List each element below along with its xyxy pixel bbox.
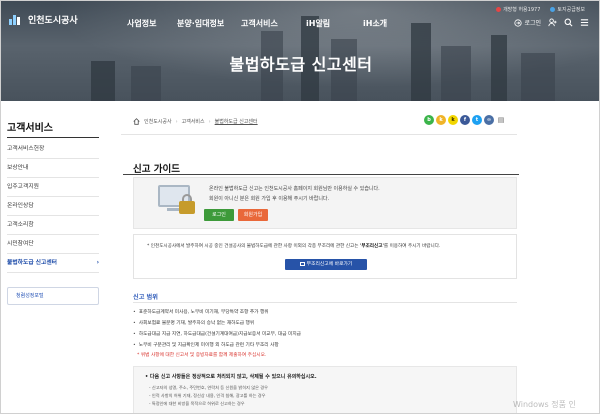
breadcrumb-separator: › bbox=[175, 118, 178, 125]
scope-title: 신고 범위 bbox=[133, 294, 158, 301]
warning-item: - 인적 사항의 허위 기재, 정신상 내용, 인격 침해, 광고를 하는 경우 bbox=[149, 393, 266, 398]
nav-item-about[interactable]: iH소개 bbox=[363, 18, 387, 29]
guide-text-members: 온라인 불법하도급 신고는 인천도시공사 홈페이지 회원님만 이용하실 수 있습… bbox=[209, 186, 380, 192]
share-icons: b k k f t ∞ ▤ bbox=[424, 115, 506, 125]
kakaostory-icon[interactable]: k bbox=[436, 115, 446, 125]
sidebar-item-compensation[interactable]: 보상안내 bbox=[7, 159, 99, 178]
scope-item: 노무비 구분관리 및 지급확인제 미이행 외 하도급 관련 기타 부조리 사항 bbox=[133, 340, 301, 351]
sidebar-item-online-consult[interactable]: 온라인상담 bbox=[7, 197, 99, 216]
section-heading: 신고 가이드 bbox=[133, 164, 181, 175]
top-header: 인천도시공사 개방형 허용1977 토지공급정보 사업정보 분양·임대정보 고객… bbox=[1, 1, 599, 41]
home-icon[interactable] bbox=[133, 118, 140, 125]
sidebar-item-citizen-group[interactable]: 시민참여단 bbox=[7, 235, 99, 254]
site-logo[interactable]: 인천도시공사 bbox=[9, 13, 78, 26]
heading-divider bbox=[123, 174, 519, 175]
warning-title: • 다음 신고 사항들은 정상적으로 처리되지 않고, 삭제될 수 있으니 유의… bbox=[145, 374, 317, 380]
util-link-open[interactable]: 개방형 허용1977 bbox=[496, 6, 540, 13]
url-icon[interactable]: ∞ bbox=[484, 115, 494, 125]
window-icon bbox=[299, 261, 305, 266]
nav-item-sales[interactable]: 분양·임대정보 bbox=[177, 18, 224, 29]
scope-item: 표준하도급계약서 미사용, 노무비 미기재, 부당특약 조항 추가 행위 bbox=[133, 307, 301, 318]
logo-mark-icon bbox=[9, 14, 25, 25]
scope-list: 표준하도급계약서 미사용, 노무비 미기재, 부당특약 조항 추가 행위 사회보… bbox=[133, 307, 301, 351]
sidebar-banner[interactable]: 청렴성정포털 bbox=[7, 287, 99, 305]
breadcrumb-section[interactable]: 고객서비스 bbox=[182, 118, 205, 125]
page-title: 불법하도급 신고센터 bbox=[229, 55, 373, 74]
breadcrumb-divider bbox=[121, 134, 517, 135]
util-links: 개방형 허용1977 토지공급정보 bbox=[496, 6, 585, 13]
logo-text: 인천도시공사 bbox=[28, 16, 78, 26]
print-icon[interactable]: ▤ bbox=[496, 115, 506, 125]
breadcrumb: 인천도시공사 › 고객서비스 › 불법하도급 신고센터 bbox=[133, 118, 258, 125]
nav-item-customer[interactable]: 고객서비스 bbox=[241, 18, 278, 29]
scope-divider bbox=[133, 302, 517, 303]
corruption-report-button[interactable]: 부조리신고에 바로가기 bbox=[285, 259, 367, 270]
breadcrumb-separator: › bbox=[208, 118, 211, 125]
land-icon bbox=[550, 7, 556, 12]
nav-item-notice[interactable]: iH알림 bbox=[306, 18, 330, 29]
warning-item: - 신고자의 성명, 주소, 주민번호, 연락처 등 신원을 밝히지 않은 경우 bbox=[149, 385, 268, 390]
guide-text-join: 회원이 아니신 분은 회원 가입 후 이용해 주시기 바랍니다. bbox=[209, 196, 330, 202]
sidebar-menu: 고객서비스헌장 보상안내 입주고객지원 온라인상담 고객소리함 시민참여단 불법… bbox=[7, 140, 99, 273]
lock-icon bbox=[179, 201, 195, 214]
open-icon bbox=[496, 7, 502, 12]
login-link[interactable]: 로그인 bbox=[514, 18, 541, 27]
scope-note: * 위법 사항에 대한 신고서 및 증빙자료를 함께 제출하여 주십시오. bbox=[137, 353, 267, 358]
nav-item-business[interactable]: 사업정보 bbox=[127, 18, 156, 29]
sidebar-item-resident-support[interactable]: 입주고객지원 bbox=[7, 178, 99, 197]
login-button[interactable]: 로그인 bbox=[204, 209, 234, 221]
sidebar-title: 고객서비스 bbox=[7, 123, 53, 134]
page-frame: 불법하도급 신고센터 인천도시공사 개방형 허용1977 토지공급정보 사업정보… bbox=[0, 0, 600, 414]
scope-item: 사회보험료 불분명 기재, 발주자의 승낙 없는 재하도급 행위 bbox=[133, 318, 301, 329]
breadcrumb-current[interactable]: 불법하도급 신고센터 bbox=[215, 118, 258, 125]
search-icon[interactable] bbox=[564, 18, 573, 27]
join-button[interactable]: 회원가입 bbox=[238, 209, 268, 221]
band-icon[interactable]: b bbox=[424, 115, 434, 125]
scope-item: 하도급대금 지급 지연, 하도급대금(건설기계대여금)지급보증서 미교부, 대금… bbox=[133, 329, 301, 340]
util-link-land[interactable]: 토지공급정보 bbox=[550, 6, 585, 13]
sidebar-item-illegal-subcontract[interactable]: 불법하도급 신고센터 › bbox=[7, 254, 99, 273]
warning-item: - 특정인에 대한 비방을 목적으로 허위로 신고하는 경우 bbox=[149, 401, 245, 406]
twitter-icon[interactable]: t bbox=[472, 115, 482, 125]
join-icon[interactable] bbox=[548, 18, 557, 27]
header-actions: 로그인 bbox=[514, 18, 589, 27]
sidebar-item-voice-box[interactable]: 고객소리함 bbox=[7, 216, 99, 235]
sidebar-item-charter[interactable]: 고객서비스헌장 bbox=[7, 140, 99, 159]
breadcrumb-home[interactable]: 인천도시공사 bbox=[144, 118, 172, 125]
menu-icon[interactable] bbox=[580, 18, 589, 27]
chevron-right-icon: › bbox=[96, 260, 99, 266]
notice-box bbox=[133, 234, 517, 279]
notice-text: * 인천도시공사에서 발주하여 시공 중인 건설공사의 불법하도급에 관한 사항… bbox=[147, 244, 441, 249]
warning-list: - 신고자의 성명, 주소, 주민번호, 연락처 등 신원을 밝히지 않은 경우… bbox=[149, 384, 268, 408]
facebook-icon[interactable]: f bbox=[460, 115, 470, 125]
windows-watermark: Windows 정품 인 bbox=[513, 400, 576, 409]
sidebar-divider bbox=[7, 137, 99, 138]
login-icon bbox=[514, 18, 523, 27]
kakao-icon[interactable]: k bbox=[448, 115, 458, 125]
